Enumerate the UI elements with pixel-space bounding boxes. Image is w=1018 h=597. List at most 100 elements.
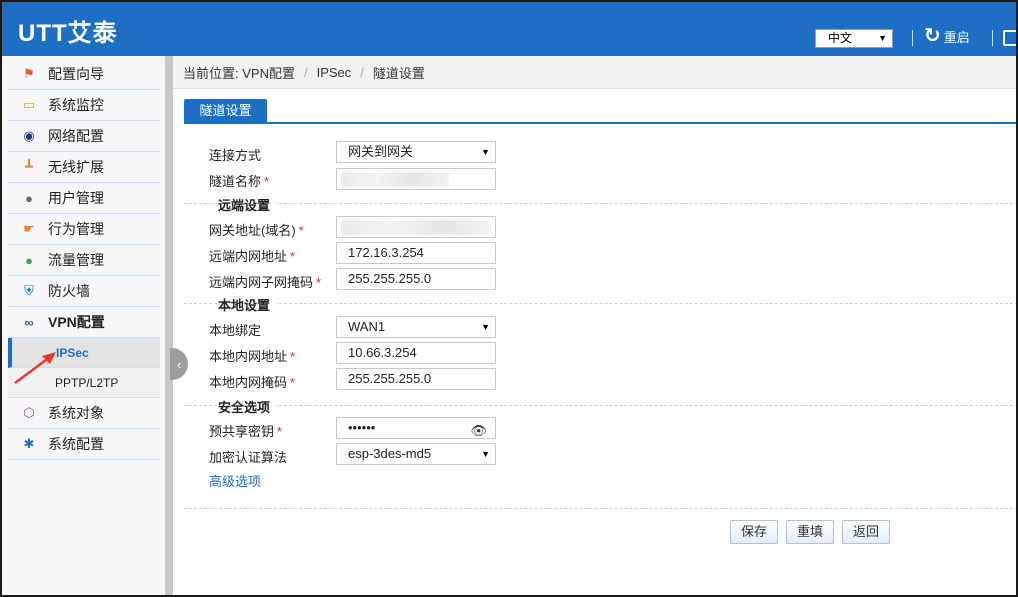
restart-label: 重启 [943,29,970,45]
chevron-down-icon: ▼ [878,33,887,43]
language-value: 中文 [828,31,853,45]
app-window: UTT艾泰 中文 ▼ ↻ 重启 ⚑ 配置向导 ▭ 系统监控 ◉ 网络配置 ┻ 无… [0,0,1018,597]
breadcrumb: 当前位置: VPN配置 / IPSec / 隧道设置 [173,56,1016,89]
local-bind-label: 本地绑定 [209,323,262,338]
required-mark: * [264,174,270,189]
tunnel-name-label: 隧道名称 * [209,174,270,189]
sidebar-divider [165,56,173,595]
local-lan-address-label: 本地内网地址 * [209,349,296,364]
local-bind-select[interactable]: WAN1 ▼ [336,316,496,338]
required-mark: * [290,375,296,390]
section-divider [184,203,1016,204]
tab-underline [184,122,1016,124]
message-icon[interactable] [1003,30,1016,46]
tab-tunnel-settings[interactable]: 隧道设置 [184,99,267,122]
sidebar-item-wizard[interactable]: ⚑ 配置向导 [8,59,160,90]
sidebar-item-monitor[interactable]: ▭ 系统监控 [8,90,160,121]
psk-label: 预共享密钥 * [209,424,283,439]
form-bottom-divider [184,508,1016,509]
wizard-icon: ⚑ [23,66,35,81]
breadcrumb-current: 隧道设置 [372,65,425,81]
sidebar-item-label: 系统配置 [48,436,104,452]
breadcrumb-separator: / [303,64,308,80]
required-mark: * [277,424,283,439]
sidebar-item-label: 系统监控 [48,97,104,113]
auth-algorithm-label: 加密认证算法 [209,450,288,465]
restart-button[interactable]: ↻ 重启 [924,26,970,46]
security-options-heading: 安全选项 [218,397,277,416]
connection-mode-value: 网关到网关 [348,144,414,159]
monitor-icon: ▭ [22,97,36,112]
sidebar-item-behavior[interactable]: ☛ 行为管理 [8,214,160,245]
psk-value: •••••• [348,420,376,435]
reset-button[interactable]: 重填 [786,520,834,544]
sidebar-collapse-handle[interactable]: ‹ [170,348,188,380]
brand-logo: UTT艾泰 [18,20,118,47]
traffic-icon: ● [25,252,33,268]
chevron-down-icon: ▼ [481,449,490,459]
shield-icon: ⛨ [24,283,34,298]
users-icon: ● [25,190,33,206]
section-divider [184,303,1016,304]
chevron-down-icon: ▼ [481,147,490,157]
tunnel-name-input[interactable] [336,168,496,190]
remote-settings-heading: 远端设置 [218,195,277,214]
sidebar-item-traffic[interactable]: ● 流量管理 [8,245,160,276]
header-divider [912,30,913,46]
gateway-address-label: 网关地址(域名) * [209,223,304,238]
sidebar-item-network[interactable]: ◉ 网络配置 [8,121,160,152]
required-mark: * [316,275,322,290]
vpn-icon: ∞ [24,314,34,330]
header-divider [992,30,993,46]
sidebar-item-label: 行为管理 [48,221,104,237]
back-button[interactable]: 返回 [842,520,890,544]
advanced-options-link[interactable]: 高级选项 [209,471,261,490]
sidebar-item-label: 用户管理 [48,190,104,206]
redacted-value [341,220,491,235]
sidebar-subitem-label: PPTP/L2TP [55,375,119,390]
auth-algorithm-select[interactable]: esp-3des-md5 ▼ [336,443,496,465]
sidebar-item-label: VPN配置 [48,314,105,330]
required-mark: * [290,249,296,264]
local-lan-mask-label: 本地内网掩码 * [209,375,296,390]
psk-password-input[interactable]: •••••• 👁 [336,417,496,439]
remote-lan-address-input[interactable]: 172.16.3.254 [336,242,496,264]
eye-icon[interactable]: 👁 [470,421,487,441]
remote-lan-address-label: 远端内网地址 * [209,249,296,264]
sidebar-item-label: 系统对象 [48,405,104,421]
local-bind-value: WAN1 [348,319,386,334]
local-settings-heading: 本地设置 [218,295,277,314]
sidebar-item-wireless[interactable]: ┻ 无线扩展 [8,152,160,183]
breadcrumb-ipsec[interactable]: IPSec [317,65,352,80]
redacted-value [341,172,449,187]
section-divider [184,405,1016,406]
chevron-down-icon: ▼ [481,322,490,332]
language-select[interactable]: 中文 ▼ [815,29,893,48]
sidebar-item-system[interactable]: ✱ 系统配置 [8,429,160,460]
cube-icon: ⬡ [23,405,35,420]
sidebar-item-users[interactable]: ● 用户管理 [8,183,160,214]
gateway-address-input[interactable] [336,216,496,238]
connection-mode-select[interactable]: 网关到网关 ▼ [336,141,496,163]
save-button[interactable]: 保存 [730,520,778,544]
restart-icon: ↻ [924,25,941,47]
sidebar-item-objects[interactable]: ⬡ 系统对象 [8,398,160,429]
sidebar-item-firewall[interactable]: ⛨ 防火墙 [8,276,160,307]
connection-mode-label: 连接方式 [209,148,262,163]
sidebar-item-label: 无线扩展 [48,159,104,175]
sidebar-item-vpn[interactable]: ∞ VPN配置 [8,307,160,338]
remote-lan-mask-input[interactable]: 255.255.255.0 [336,268,496,290]
required-mark: * [298,223,304,238]
chevron-left-icon: ‹ [176,356,182,372]
local-lan-mask-input[interactable]: 255.255.255.0 [336,368,496,390]
breadcrumb-separator: / [360,64,364,80]
local-lan-address-input[interactable]: 10.66.3.254 [336,342,496,364]
gear-icon: ✱ [23,436,35,451]
sidebar-item-label: 流量管理 [48,252,104,268]
wireless-icon: ┻ [25,159,33,174]
required-mark: * [290,349,296,364]
hand-icon: ☛ [23,221,35,236]
network-icon: ◉ [23,128,35,143]
sidebar-item-label: 配置向导 [48,66,104,82]
auth-algorithm-value: esp-3des-md5 [348,446,432,461]
